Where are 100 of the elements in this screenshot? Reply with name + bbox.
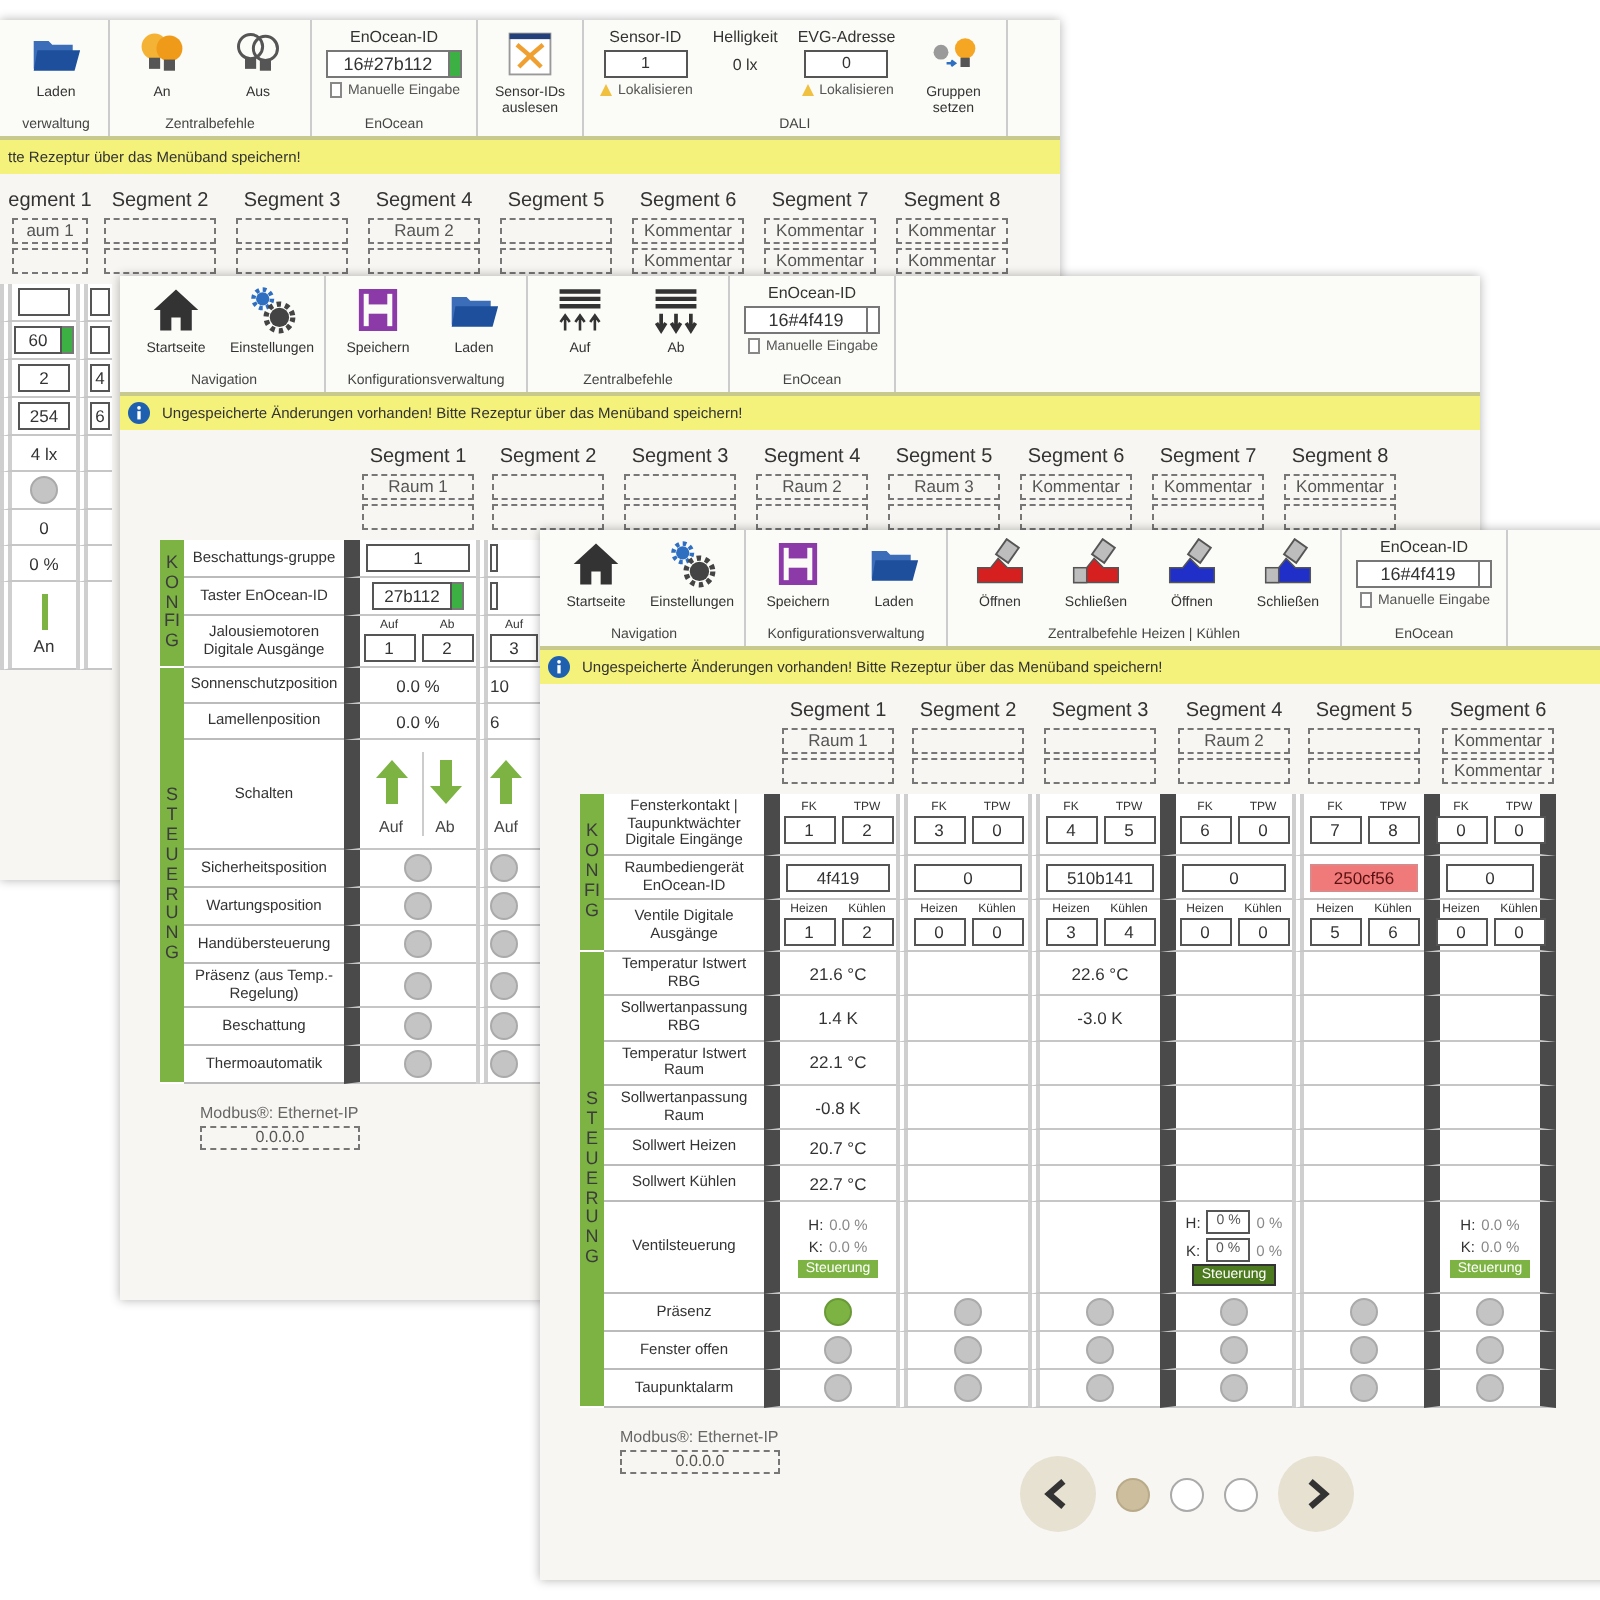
comment-field[interactable] [624, 474, 736, 500]
comment-field[interactable] [500, 248, 612, 274]
id-field[interactable]: 60 [14, 326, 62, 354]
comment-field[interactable] [912, 728, 1024, 754]
comment-field[interactable]: Kommentar [1152, 474, 1264, 500]
comment-field[interactable]: Raum 2 [368, 218, 480, 244]
number-field[interactable]: 0 [1237, 816, 1289, 845]
input-field[interactable]: 1 [603, 50, 688, 78]
comment-field[interactable]: aum 1 [12, 218, 88, 244]
number-field[interactable]: 0 [1182, 863, 1286, 891]
comment-field[interactable]: Kommentar [896, 218, 1008, 244]
comment-field[interactable] [1044, 758, 1156, 784]
comment-field[interactable]: Raum 2 [1178, 728, 1290, 754]
next-button[interactable] [1278, 1456, 1354, 1533]
segment-title: Segment 6 [639, 190, 737, 214]
number-field[interactable]: 3 [913, 816, 965, 845]
comment-field[interactable]: Kommentar [896, 248, 1008, 274]
number-field[interactable]: 3 [490, 634, 538, 662]
input-field[interactable]: 0 [804, 50, 889, 78]
number-field[interactable] [490, 582, 498, 610]
number-field[interactable]: 4f419 [786, 863, 890, 891]
comment-field[interactable] [1044, 728, 1156, 754]
number-field[interactable]: 4 [90, 364, 110, 392]
comment-field[interactable]: Kommentar [1284, 474, 1396, 500]
comment-field[interactable]: Kommentar [764, 218, 876, 244]
comment-field[interactable] [236, 248, 348, 274]
number-field[interactable] [18, 288, 70, 316]
number-field[interactable]: 6 [1179, 816, 1231, 845]
number-field[interactable]: 0 [1435, 918, 1487, 947]
number-field[interactable]: 0 [1493, 918, 1545, 947]
comment-field[interactable]: Raum 1 [362, 474, 474, 500]
comment-field[interactable] [104, 248, 216, 274]
number-field[interactable]: 2 [841, 918, 893, 947]
comment-field[interactable] [492, 474, 604, 500]
number-field[interactable]: 1 [783, 816, 835, 845]
comment-field[interactable]: Kommentar [1020, 474, 1132, 500]
comment-field[interactable] [12, 248, 88, 274]
number-field[interactable]: 0 [913, 918, 965, 947]
comment-field[interactable]: Raum 2 [756, 474, 868, 500]
number-field[interactable]: 5 [1309, 918, 1361, 947]
comment-field[interactable] [500, 218, 612, 244]
comment-field[interactable] [368, 248, 480, 274]
number-field[interactable]: 4 [1103, 918, 1155, 947]
number-field[interactable]: 2 [18, 364, 70, 392]
number-field[interactable]: 0 [971, 816, 1023, 845]
number-field[interactable]: 6 [1367, 918, 1419, 947]
number-field[interactable]: 2 [841, 816, 893, 845]
number-field[interactable]: 254 [18, 402, 70, 430]
comment-field[interactable] [104, 218, 216, 244]
number-field[interactable] [90, 288, 110, 316]
number-field[interactable]: 0 [1493, 816, 1545, 845]
comment-field[interactable] [1308, 728, 1420, 754]
raise-button[interactable]: Auf [369, 752, 413, 836]
number-field[interactable]: 4 [1045, 816, 1097, 845]
number-field[interactable]: 7 [1309, 816, 1361, 845]
number-field[interactable]: 0 [914, 863, 1022, 891]
number-field[interactable]: 0 [1435, 816, 1487, 845]
lower-button[interactable]: Ab [421, 752, 467, 836]
comment-field[interactable] [1178, 758, 1290, 784]
number-field[interactable]: 0 [971, 918, 1023, 947]
ip-address-field[interactable]: 0.0.0.0 [620, 1450, 780, 1475]
id-field[interactable]: 16#4f419 [1356, 560, 1480, 588]
comment-field[interactable]: Raum 3 [888, 474, 1000, 500]
number-field[interactable]: 250cf56 [1310, 863, 1418, 891]
switch-bar[interactable] [41, 594, 47, 630]
comment-field[interactable] [1308, 758, 1420, 784]
number-field[interactable]: 3 [1045, 918, 1097, 947]
number-field[interactable]: 1 [783, 918, 835, 947]
number-field[interactable]: 510b141 [1046, 863, 1154, 891]
comment-field[interactable]: Kommentar [632, 218, 744, 244]
page-dot[interactable] [1116, 1477, 1150, 1512]
number-field[interactable]: 0 [1446, 863, 1534, 891]
number-field[interactable] [90, 326, 110, 354]
number-field[interactable]: 1 [363, 634, 415, 662]
comment-field[interactable]: Kommentar [1442, 728, 1554, 754]
raise-button[interactable]: Auf [490, 752, 522, 836]
comment-field[interactable]: Raum 1 [782, 728, 894, 754]
number-field[interactable]: 1 [366, 544, 470, 572]
ip-address-field[interactable]: 0.0.0.0 [200, 1126, 360, 1151]
comment-field[interactable]: Kommentar [632, 248, 744, 274]
comment-field[interactable] [912, 758, 1024, 784]
number-field[interactable]: 0 [1237, 918, 1289, 947]
comment-field[interactable] [782, 758, 894, 784]
comment-field[interactable] [236, 218, 348, 244]
comment-field[interactable] [362, 504, 474, 530]
comment-field[interactable]: Kommentar [764, 248, 876, 274]
page-dot[interactable] [1224, 1477, 1258, 1512]
id-field[interactable]: 27b112 [372, 582, 452, 610]
number-field[interactable]: 8 [1367, 816, 1419, 845]
number-field[interactable]: 5 [1103, 816, 1155, 845]
page-dot[interactable] [1170, 1477, 1204, 1512]
number-field[interactable] [490, 544, 498, 572]
previous-button[interactable] [1020, 1456, 1096, 1533]
id-field[interactable]: 16#27b112 [326, 50, 450, 78]
number-field[interactable]: 2 [421, 634, 473, 662]
comment-field[interactable]: Kommentar [1442, 758, 1554, 784]
segment-title: Segment 6 [1027, 446, 1125, 470]
number-field[interactable]: 0 [1179, 918, 1231, 947]
number-field[interactable]: 6 [90, 402, 110, 430]
id-field[interactable]: 16#4f419 [744, 306, 868, 334]
